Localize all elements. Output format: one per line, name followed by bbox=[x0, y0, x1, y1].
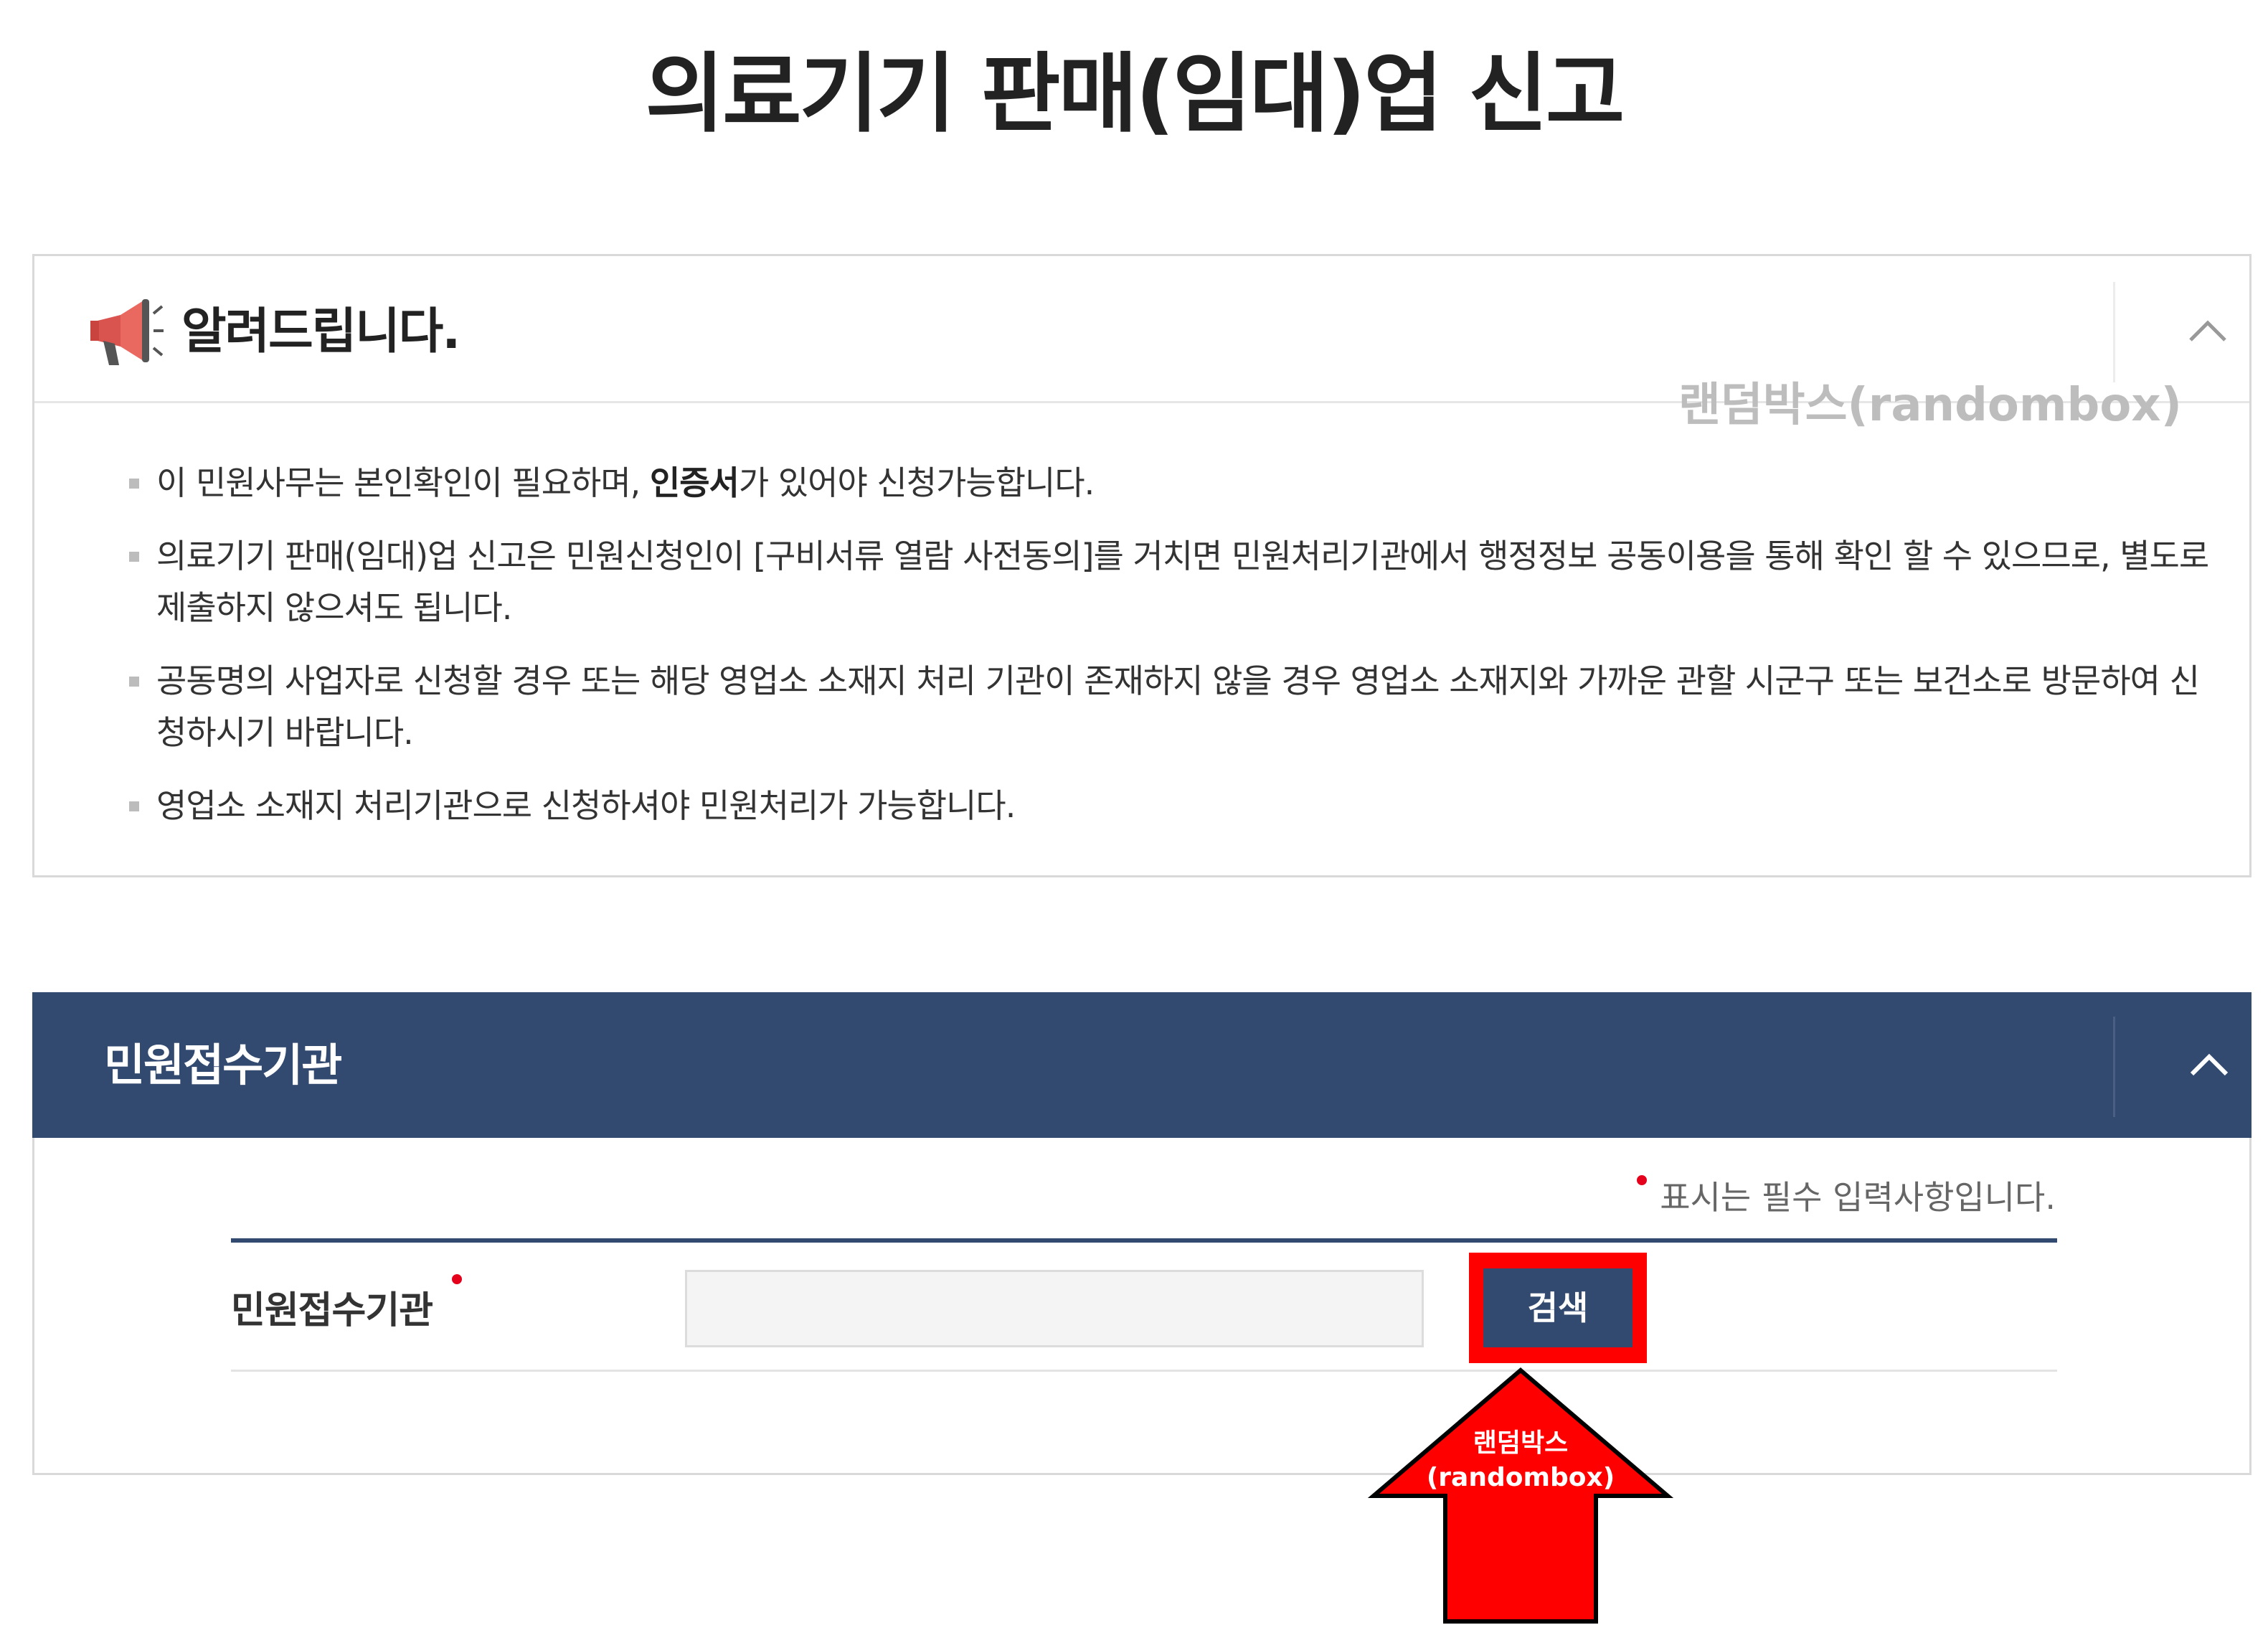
notice-list: 이 민원사무는 본인확인이 필요하며, 인증서가 있어야 신청가능합니다. 의료… bbox=[96, 457, 2219, 853]
reception-header: 민원접수기관 bbox=[32, 992, 2252, 1138]
field-label: 민원접수기관 bbox=[231, 1289, 433, 1332]
header-divider bbox=[2113, 1017, 2115, 1117]
megaphone-icon bbox=[90, 299, 164, 365]
reception-title: 민원접수기관 bbox=[104, 1039, 342, 1091]
watermark-text: 랜덤박스(randombox) bbox=[1678, 379, 2182, 432]
form-row: 민원접수기관 검색 bbox=[231, 1238, 2057, 1372]
chevron-up-icon[interactable] bbox=[2172, 296, 2244, 367]
notice-title: 알려드립니다. bbox=[181, 303, 460, 360]
required-dot-icon bbox=[452, 1274, 462, 1284]
notice-item: 이 민원사무는 본인확인이 필요하며, 인증서가 있어야 신청가능합니다. bbox=[96, 457, 2219, 509]
bullet-icon bbox=[129, 677, 139, 687]
notice-text: 공동명의 사업자로 신청할 경우 또는 해당 영업소 소재지 처리 기관이 존재… bbox=[156, 661, 2200, 752]
annotation-line2: (randombox) bbox=[1426, 1463, 1615, 1492]
notice-text: 영업소 소재지 처리기관으로 신청하셔야 민원처리가 가능합니다. bbox=[156, 786, 1016, 825]
header-divider bbox=[2113, 282, 2115, 382]
search-button[interactable]: 검색 bbox=[1483, 1268, 1633, 1347]
agency-input[interactable] bbox=[685, 1270, 1424, 1347]
notice-panel: 알려드립니다. 이 민원사무는 본인확인이 필요하며, 인증서가 있어야 신청가… bbox=[32, 254, 2252, 877]
bullet-icon bbox=[129, 552, 139, 562]
notice-text: 의료기기 판매(임대)업 신고은 민원신청인이 [구비서류 열람 사전동의]를 … bbox=[156, 537, 2209, 627]
bullet-icon bbox=[129, 801, 139, 811]
notice-item: 공동명의 사업자로 신청할 경우 또는 해당 영업소 소재지 처리 기관이 존재… bbox=[96, 655, 2219, 758]
required-note-text: 표시는 필수 입력사항입니다. bbox=[1660, 1178, 2056, 1217]
notice-text: 가 있어야 신청가능합니다. bbox=[738, 463, 1095, 502]
notice-item: 의료기기 판매(임대)업 신고은 민원신청인이 [구비서류 열람 사전동의]를 … bbox=[96, 530, 2219, 633]
required-note: 표시는 필수 입력사항입니다. bbox=[1637, 1172, 2056, 1223]
annotation-label: 랜덤박스 (randombox) bbox=[1366, 1426, 1675, 1495]
notice-bold-text: 인증서 bbox=[649, 463, 740, 502]
reception-panel: 민원접수기관 표시는 필수 입력사항입니다. 민원접수기관 검색 bbox=[32, 992, 2252, 1475]
arrow-annotation-icon bbox=[1367, 1367, 1674, 1624]
chevron-up-icon[interactable] bbox=[2173, 1030, 2245, 1101]
bullet-icon bbox=[129, 479, 139, 489]
notice-text: 이 민원사무는 본인확인이 필요하며, bbox=[156, 463, 650, 502]
notice-item: 영업소 소재지 처리기관으로 신청하셔야 민원처리가 가능합니다. bbox=[96, 780, 2219, 832]
required-dot-icon bbox=[1637, 1175, 1648, 1185]
annotation-line1: 랜덤박스 bbox=[1473, 1428, 1569, 1458]
page-title: 의료기기 판매(임대)업 신고 bbox=[645, 44, 1625, 144]
